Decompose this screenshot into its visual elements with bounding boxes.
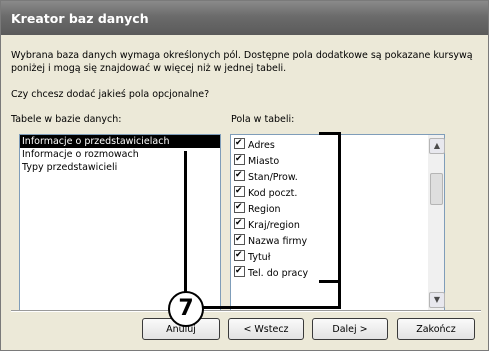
checkbox[interactable] bbox=[234, 232, 245, 246]
checkbox[interactable] bbox=[234, 216, 245, 230]
scroll-up-icon[interactable]: ▲ bbox=[429, 138, 445, 154]
fields-label: Pola w tabeli: bbox=[231, 114, 295, 125]
tables-label: Tabele w bazie danych: bbox=[11, 114, 122, 125]
fields-scrollbar[interactable]: ▲ ▼ bbox=[428, 135, 445, 311]
field-item[interactable]: Region bbox=[234, 200, 281, 216]
back-button[interactable]: < Wstecz bbox=[228, 318, 304, 340]
callout-connector bbox=[201, 306, 341, 309]
checkbox[interactable] bbox=[234, 136, 245, 150]
table-item-rep-types[interactable]: Typy przedstawicieli bbox=[20, 161, 220, 174]
window-title: Kreator baz danych bbox=[11, 11, 149, 26]
checkbox[interactable] bbox=[234, 248, 245, 262]
finish-button[interactable]: Zakończ bbox=[397, 318, 475, 340]
next-button[interactable]: Dalej > bbox=[312, 318, 388, 340]
checkbox[interactable] bbox=[234, 264, 245, 278]
question-text: Czy chcesz dodać jakieś pola opcjonalne? bbox=[11, 89, 210, 100]
table-item-representatives[interactable]: Informacje o przedstawicielach bbox=[20, 135, 220, 148]
field-item[interactable]: Stan/Prow. bbox=[234, 168, 298, 184]
separator bbox=[11, 310, 481, 312]
database-wizard-window: Kreator baz danych Wybrana baza danych w… bbox=[0, 0, 489, 351]
field-item[interactable]: Miasto bbox=[234, 152, 279, 168]
field-item[interactable]: Kraj/region bbox=[234, 216, 300, 232]
tables-listbox[interactable]: Informacje o przedstawicielach Informacj… bbox=[19, 134, 221, 312]
callout-connector bbox=[184, 151, 187, 292]
callout-bracket bbox=[319, 280, 341, 283]
checkbox[interactable] bbox=[234, 200, 245, 214]
title-bar: Kreator baz danych bbox=[1, 1, 488, 35]
field-item[interactable]: Tytuł bbox=[234, 248, 270, 264]
field-item[interactable]: Adres bbox=[234, 136, 275, 152]
field-item[interactable]: Tel. do pracy bbox=[234, 264, 308, 280]
checkbox[interactable] bbox=[234, 152, 245, 166]
field-item[interactable]: Kod poczt. bbox=[234, 184, 297, 200]
checkbox[interactable] bbox=[234, 168, 245, 182]
checkbox[interactable] bbox=[234, 184, 245, 198]
scroll-thumb[interactable] bbox=[430, 173, 443, 205]
field-item[interactable]: Nazwa firmy bbox=[234, 232, 307, 248]
table-item-calls[interactable]: Informacje o rozmowach bbox=[20, 148, 220, 161]
scroll-down-icon[interactable]: ▼ bbox=[429, 292, 445, 308]
callout-number-badge: 7 bbox=[168, 291, 204, 327]
intro-text: Wybrana baza danych wymaga określonych p… bbox=[11, 50, 473, 74]
